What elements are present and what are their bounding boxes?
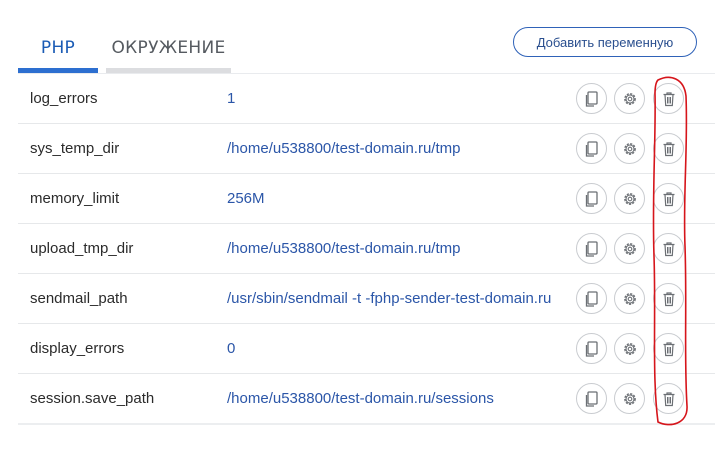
settings-button[interactable] — [614, 233, 645, 264]
trash-icon — [663, 341, 674, 356]
variable-value[interactable]: /home/u538800/test-domain.ru/sessions — [227, 374, 557, 424]
table-row: session.save_path /home/u538800/test-dom… — [18, 373, 715, 423]
row-actions — [576, 183, 706, 215]
copy-icon — [585, 240, 598, 257]
variables-table: log_errors 1 sys_temp_dir /home/u538800/… — [18, 73, 715, 425]
settings-button[interactable] — [614, 183, 645, 214]
copy-icon — [585, 140, 598, 157]
delete-button[interactable] — [653, 283, 684, 314]
variable-value[interactable]: 0 — [227, 324, 557, 374]
row-actions — [576, 83, 706, 115]
delete-button[interactable] — [653, 333, 684, 364]
variable-name: session.save_path — [30, 390, 155, 407]
row-actions — [576, 133, 706, 165]
delete-button[interactable] — [653, 183, 684, 214]
variable-name: upload_tmp_dir — [30, 240, 134, 257]
trash-icon — [663, 241, 674, 256]
trash-icon — [663, 191, 674, 206]
row-actions — [576, 283, 706, 315]
gear-icon — [623, 142, 636, 155]
table-row: display_errors 0 — [18, 323, 715, 373]
copy-icon — [585, 190, 598, 207]
copy-icon — [585, 340, 598, 357]
tab-php[interactable]: PHP — [18, 28, 98, 73]
tab-bar: PHP ОКРУЖЕНИЕ — [18, 28, 268, 73]
variable-value[interactable]: /home/u538800/test-domain.ru/tmp — [227, 224, 557, 274]
trash-icon — [663, 141, 674, 156]
variable-name: log_errors — [30, 90, 98, 107]
table-row: memory_limit 256M — [18, 173, 715, 223]
tab-environment[interactable]: ОКРУЖЕНИЕ — [106, 28, 231, 73]
trash-icon — [663, 91, 674, 106]
variable-value[interactable]: 256M — [227, 174, 557, 224]
copy-button[interactable] — [576, 183, 607, 214]
gear-icon — [623, 392, 636, 405]
row-actions — [576, 233, 706, 265]
variable-name: sys_temp_dir — [30, 140, 120, 157]
settings-button[interactable] — [614, 83, 645, 114]
delete-button[interactable] — [653, 133, 684, 164]
row-actions — [576, 333, 706, 365]
copy-icon — [585, 90, 598, 107]
variable-value[interactable]: 1 — [227, 74, 557, 124]
settings-button[interactable] — [614, 333, 645, 364]
variable-name: display_errors — [30, 340, 125, 357]
delete-button[interactable] — [653, 233, 684, 264]
settings-button[interactable] — [614, 383, 645, 414]
table-row: upload_tmp_dir /home/u538800/test-domain… — [18, 223, 715, 273]
gear-icon — [623, 242, 636, 255]
gear-icon — [623, 192, 636, 205]
copy-icon — [585, 290, 598, 307]
add-variable-button[interactable]: Добавить переменную — [513, 27, 697, 57]
gear-icon — [623, 342, 636, 355]
table-row: sys_temp_dir /home/u538800/test-domain.r… — [18, 123, 715, 173]
table-row: log_errors 1 — [18, 73, 715, 123]
delete-button[interactable] — [653, 383, 684, 414]
copy-button[interactable] — [576, 283, 607, 314]
copy-button[interactable] — [576, 333, 607, 364]
variable-value[interactable]: /home/u538800/test-domain.ru/tmp — [227, 124, 557, 174]
copy-button[interactable] — [576, 133, 607, 164]
row-actions — [576, 383, 706, 415]
settings-button[interactable] — [614, 133, 645, 164]
trash-icon — [663, 291, 674, 306]
copy-button[interactable] — [576, 83, 607, 114]
copy-button[interactable] — [576, 383, 607, 414]
variable-value[interactable]: /usr/sbin/sendmail -t -fphp-sender-test-… — [227, 274, 557, 324]
table-row: sendmail_path /usr/sbin/sendmail -t -fph… — [18, 273, 715, 323]
settings-button[interactable] — [614, 283, 645, 314]
trash-icon — [663, 391, 674, 406]
variable-name: memory_limit — [30, 190, 120, 207]
gear-icon — [623, 292, 636, 305]
gear-icon — [623, 92, 636, 105]
copy-icon — [585, 390, 598, 407]
delete-button[interactable] — [653, 83, 684, 114]
variable-name: sendmail_path — [30, 290, 128, 307]
copy-button[interactable] — [576, 233, 607, 264]
